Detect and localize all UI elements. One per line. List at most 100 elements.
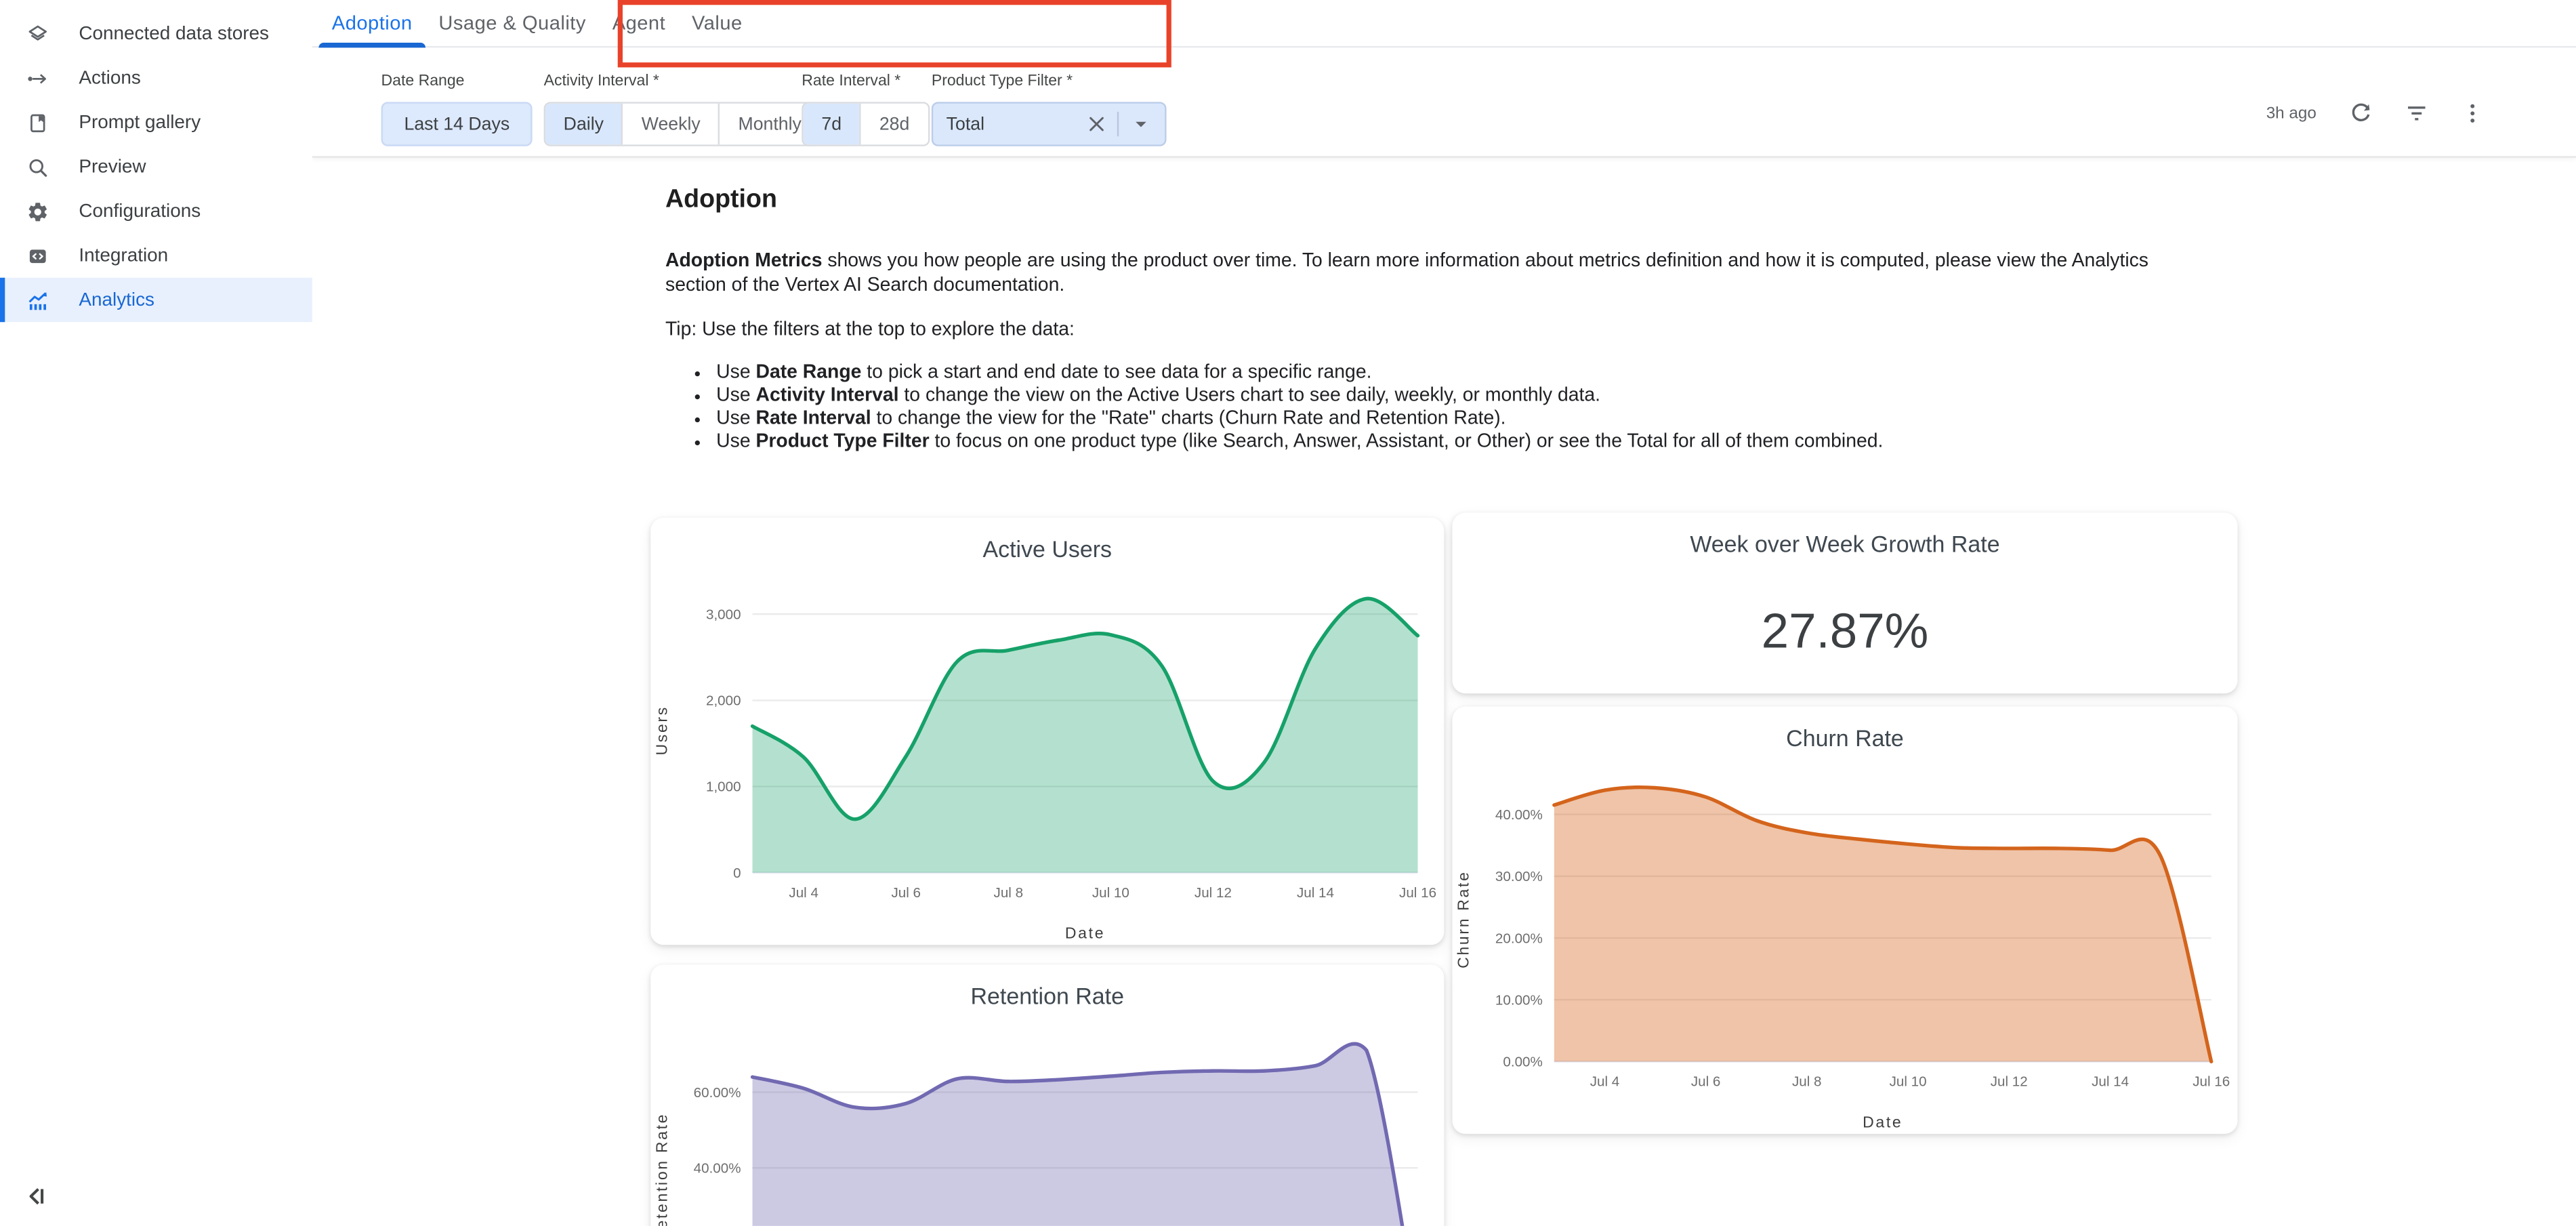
svg-text:Churn Rate: Churn Rate <box>1455 870 1472 968</box>
product-type-label: Product Type Filter * <box>932 73 1167 91</box>
svg-text:Jul 16: Jul 16 <box>1399 885 1436 901</box>
svg-text:Jul 14: Jul 14 <box>2092 1074 2129 1090</box>
rate-interval-segmented: 7d 28d <box>802 102 929 146</box>
svg-text:Date: Date <box>1065 924 1105 942</box>
svg-text:Jul 12: Jul 12 <box>1991 1074 2028 1090</box>
sidebar-item-configurations[interactable]: Configurations <box>0 189 312 233</box>
svg-text:Jul 14: Jul 14 <box>1297 885 1334 901</box>
date-range-filter: Date Range Last 14 Days <box>381 73 533 146</box>
svg-text:1,000: 1,000 <box>706 779 741 795</box>
activity-interval-filter: Activity Interval * Daily Weekly Monthly <box>544 73 821 146</box>
intro-paragraph: Adoption Metrics shows you how people ar… <box>665 250 2193 298</box>
rate-28d-option[interactable]: 28d <box>860 104 928 145</box>
activity-weekly-option[interactable]: Weekly <box>622 104 719 145</box>
date-range-chip[interactable]: Last 14 Days <box>381 102 533 146</box>
sidebar-item-prompt-gallery[interactable]: Prompt gallery <box>0 100 312 144</box>
chevron-down-icon[interactable] <box>1129 113 1152 136</box>
product-type-filter: Product Type Filter * Total <box>932 73 1167 146</box>
date-range-label: Date Range <box>381 73 533 91</box>
collapse-sidebar-icon[interactable] <box>23 1183 49 1210</box>
activity-daily-option[interactable]: Daily <box>545 104 622 145</box>
clear-filter-icon[interactable] <box>1084 113 1107 136</box>
svg-text:2,000: 2,000 <box>706 693 741 709</box>
svg-text:Date: Date <box>1863 1113 1903 1130</box>
churn-rate-chart[interactable]: 0.00%10.00%20.00%30.00%40.00%Jul 4Jul 6J… <box>1452 764 2237 1135</box>
svg-text:Jul 6: Jul 6 <box>891 885 921 901</box>
list-item: Use Rate Interval to change the view for… <box>716 408 2193 432</box>
rate-interval-filter: Rate Interval * 7d 28d <box>802 73 929 146</box>
refresh-icon[interactable] <box>2349 102 2372 125</box>
svg-text:Jul 6: Jul 6 <box>1691 1074 1721 1090</box>
preview-search-icon <box>26 155 49 178</box>
svg-text:0: 0 <box>733 865 741 881</box>
svg-text:10.00%: 10.00% <box>1495 992 1543 1008</box>
select-divider <box>1117 112 1119 136</box>
product-type-value: Total <box>947 115 1085 134</box>
svg-text:Jul 4: Jul 4 <box>1590 1074 1620 1090</box>
intro-bold: Adoption Metrics <box>665 250 822 272</box>
sidebar-item-label: Connected data stores <box>79 24 269 43</box>
svg-text:60.00%: 60.00% <box>694 1085 741 1101</box>
app-window: Connected data stores Actions Prompt gal… <box>0 0 2576 1226</box>
svg-text:Users: Users <box>652 706 670 755</box>
integration-code-icon <box>26 244 49 267</box>
tab-value[interactable]: Value <box>679 0 756 46</box>
svg-text:Jul 12: Jul 12 <box>1194 885 1232 901</box>
last-refreshed-text: 3h ago <box>2266 104 2317 123</box>
main-content: Adoption Adoption Metrics shows you how … <box>312 158 2576 1226</box>
svg-text:Jul 10: Jul 10 <box>1890 1074 1927 1090</box>
active-users-card: Active Users 01,0002,0003,000Jul 4Jul 6J… <box>650 518 1444 945</box>
filter-icon[interactable] <box>2405 102 2428 125</box>
svg-text:30.00%: 30.00% <box>1495 869 1543 884</box>
gear-icon <box>26 200 49 223</box>
product-type-select[interactable]: Total <box>932 102 1167 146</box>
kebab-menu-icon[interactable] <box>2461 102 2484 125</box>
list-item: Use Date Range to pick a start and end d… <box>716 361 2193 384</box>
activity-interval-segmented: Daily Weekly Monthly <box>544 102 821 146</box>
chart-title: Week over Week Growth Rate <box>1452 513 2237 557</box>
retention-rate-chart[interactable]: 0.00%20.00%40.00%60.00%Jul 4Jul 6Jul 8Ju… <box>650 1022 1444 1226</box>
tab-bar: Adoption Usage & Quality Agent Value <box>312 0 2576 47</box>
prompt-gallery-icon <box>26 111 49 134</box>
actions-icon <box>26 66 49 89</box>
svg-text:Jul 16: Jul 16 <box>2193 1074 2230 1090</box>
data-stores-icon <box>26 22 49 45</box>
activity-interval-label: Activity Interval * <box>544 73 821 91</box>
rate-interval-label: Rate Interval * <box>802 73 929 91</box>
sidebar-item-preview[interactable]: Preview <box>0 144 312 188</box>
list-item: Use Product Type Filter to focus on one … <box>716 431 2193 455</box>
chart-title: Active Users <box>650 518 1444 562</box>
tips-list: Use Date Range to pick a start and end d… <box>665 361 2193 455</box>
tab-agent[interactable]: Agent <box>599 0 678 46</box>
svg-text:40.00%: 40.00% <box>694 1161 741 1177</box>
sidebar-item-actions[interactable]: Actions <box>0 56 312 100</box>
wow-growth-card: Week over Week Growth Rate 27.87% <box>1452 513 2237 694</box>
tab-adoption[interactable]: Adoption <box>318 0 425 46</box>
sidebar-item-label: Actions <box>79 68 140 88</box>
sidebar-item-label: Prompt gallery <box>79 113 201 132</box>
sidebar-item-label: Preview <box>79 157 146 177</box>
sidebar: Connected data stores Actions Prompt gal… <box>0 0 312 1226</box>
svg-text:Jul 8: Jul 8 <box>1792 1074 1822 1090</box>
sidebar-item-integration[interactable]: Integration <box>0 233 312 277</box>
tip-line: Tip: Use the filters at the top to explo… <box>665 319 2193 342</box>
svg-text:Jul 4: Jul 4 <box>789 885 818 901</box>
retention-rate-card: Retention Rate 0.00%20.00%40.00%60.00%Ju… <box>650 964 1444 1226</box>
refresh-cluster: 3h ago <box>2266 102 2485 125</box>
active-users-chart[interactable]: 01,0002,0003,000Jul 4Jul 6Jul 8Jul 10Jul… <box>650 575 1444 945</box>
topbar: Adoption Usage & Quality Agent Value Dat… <box>312 0 2576 158</box>
svg-text:20.00%: 20.00% <box>1495 931 1543 946</box>
adoption-description: Adoption Adoption Metrics shows you how … <box>665 186 2193 455</box>
sidebar-item-label: Integration <box>79 245 168 265</box>
sidebar-item-connected-data-stores[interactable]: Connected data stores <box>0 12 312 56</box>
tab-usage-quality[interactable]: Usage & Quality <box>425 0 599 46</box>
svg-text:Jul 10: Jul 10 <box>1092 885 1129 901</box>
rate-7d-option[interactable]: 7d <box>804 104 860 145</box>
sidebar-item-label: Configurations <box>79 201 201 221</box>
analytics-chart-icon <box>26 289 49 312</box>
svg-text:Retention Rate: Retention Rate <box>652 1113 670 1226</box>
sidebar-item-label: Analytics <box>79 290 154 310</box>
svg-text:Jul 8: Jul 8 <box>994 885 1024 901</box>
sidebar-item-analytics[interactable]: Analytics <box>0 278 312 322</box>
chart-title: Retention Rate <box>650 964 1444 1008</box>
